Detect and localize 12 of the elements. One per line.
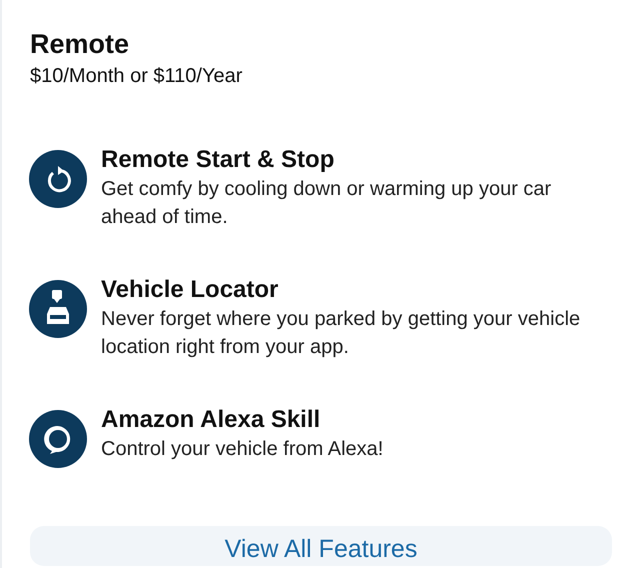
plan-title: Remote bbox=[30, 28, 130, 60]
refresh-icon bbox=[29, 150, 87, 208]
feature-description: Control your vehicle from Alexa! bbox=[101, 437, 384, 462]
car-location-icon bbox=[29, 280, 87, 338]
feature-title: Vehicle Locator bbox=[101, 275, 278, 305]
feature-description: Never forget where you parked by getting your vehicle location right from your app. bbox=[101, 307, 582, 360]
speech-ring-icon bbox=[29, 410, 87, 468]
view-features-button[interactable]: View All Features bbox=[30, 526, 612, 566]
feature-title: Amazon Alexa Skill bbox=[101, 405, 320, 435]
plan-price: $10/Month or $110/Year bbox=[30, 64, 242, 89]
feature-title: Remote Start & Stop bbox=[101, 145, 334, 175]
feature-description: Get comfy by cooling down or warming up your car ahead of time. bbox=[101, 177, 552, 230]
